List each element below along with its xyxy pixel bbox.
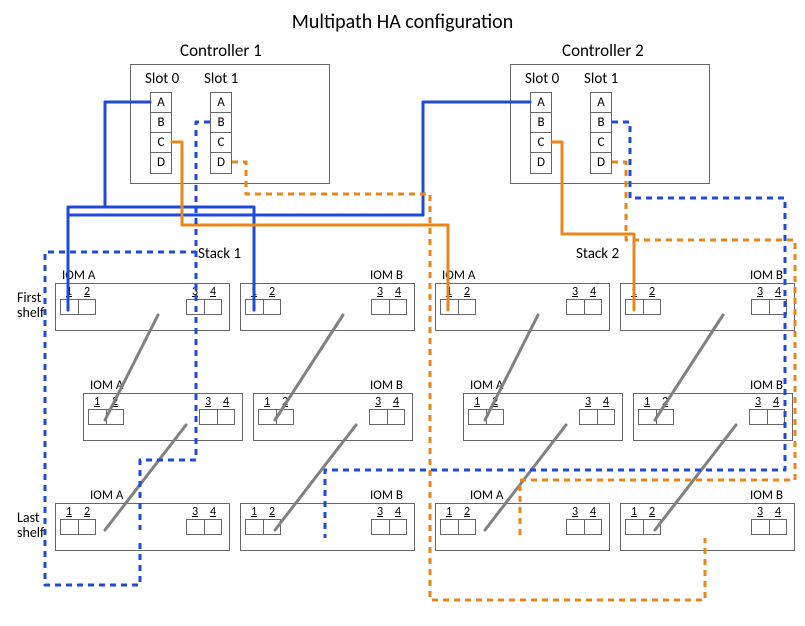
c1-s1-c: C [211,133,231,153]
s1r3B-p12: 12 [245,506,281,535]
stack-2-label: Stack 2 [576,245,619,263]
s2r1B-p12: 12 [625,286,661,315]
c2-slot0-ports: A B C D [530,92,552,174]
s1r2-iomB-label: IOM B [370,378,403,393]
s1r1-iomA-label: IOM A [62,268,95,283]
c1-s1-b: B [211,113,231,133]
c2-s0-c: C [531,133,551,153]
s2r1A-p34: 34 [566,286,602,315]
c2-s1-d: D [591,153,611,173]
s2r2A-p34: 34 [579,396,615,425]
c2-s1-b: B [591,113,611,133]
c1-slot1-label: Slot 1 [204,70,238,88]
c2-s0-a: A [531,93,551,113]
s1r3-iomA-label: IOM A [90,488,123,503]
s1r2B-p12: 12 [258,396,294,425]
s1r2A-p34: 34 [199,396,235,425]
page-title: Multipath HA configuration [0,10,805,34]
c2-s1-a: A [591,93,611,113]
c1-slot0-ports: A B C D [150,92,172,174]
s1r1A-p12: 12 [60,286,96,315]
s2r2A-p12: 12 [468,396,504,425]
controller-1-label: Controller 1 [180,40,262,61]
s2r1-iomB-label: IOM B [750,268,783,283]
s1r2-iomA-label: IOM A [90,378,123,393]
s1r2B-p34: 34 [369,396,405,425]
s2r3-iomB-label: IOM B [750,488,783,503]
s2r1-iomA-label: IOM A [442,268,475,283]
s1r2A-p12: 12 [88,396,124,425]
last-shelf-label: Lastshelf [17,510,44,541]
s2r3A-p34: 34 [566,506,602,535]
controller-2-label: Controller 2 [562,40,644,61]
s1r1B-p12: 12 [245,286,281,315]
stack-1-label: Stack 1 [198,245,241,263]
c1-s0-d: D [151,153,171,173]
c1-s1-a: A [211,93,231,113]
s2r2B-p34: 34 [749,396,785,425]
s1r1-iomB-label: IOM B [370,268,403,283]
c2-slot1-label: Slot 1 [584,70,618,88]
c1-slot1-ports: A B C D [210,92,232,174]
s2r2-iomB-label: IOM B [750,378,783,393]
s2r2B-p12: 12 [638,396,674,425]
s1r3A-p12: 12 [60,506,96,535]
s2r1B-p34: 34 [751,286,787,315]
c1-s0-a: A [151,93,171,113]
s2r3-iomA-label: IOM A [470,488,503,503]
s1r1A-p34: 34 [186,286,222,315]
c2-s0-b: B [531,113,551,133]
c1-s0-b: B [151,113,171,133]
c2-slot0-label: Slot 0 [525,70,559,88]
c1-s1-d: D [211,153,231,173]
c1-slot0-label: Slot 0 [145,70,179,88]
s2r3A-p12: 12 [440,506,476,535]
s2r2-iomA-label: IOM A [470,378,503,393]
c2-s0-d: D [531,153,551,173]
s1r1B-p34: 34 [371,286,407,315]
c1-s0-c: C [151,133,171,153]
first-shelf-label: Firstshelf [17,290,44,321]
s1r3A-p34: 34 [186,506,222,535]
c2-s1-c: C [591,133,611,153]
s1r3-iomB-label: IOM B [370,488,403,503]
c2-slot1-ports: A B C D [590,92,612,174]
s2r3B-p12: 12 [625,506,661,535]
s2r3B-p34: 34 [751,506,787,535]
s2r1A-p12: 12 [440,286,476,315]
s1r3B-p34: 34 [371,506,407,535]
